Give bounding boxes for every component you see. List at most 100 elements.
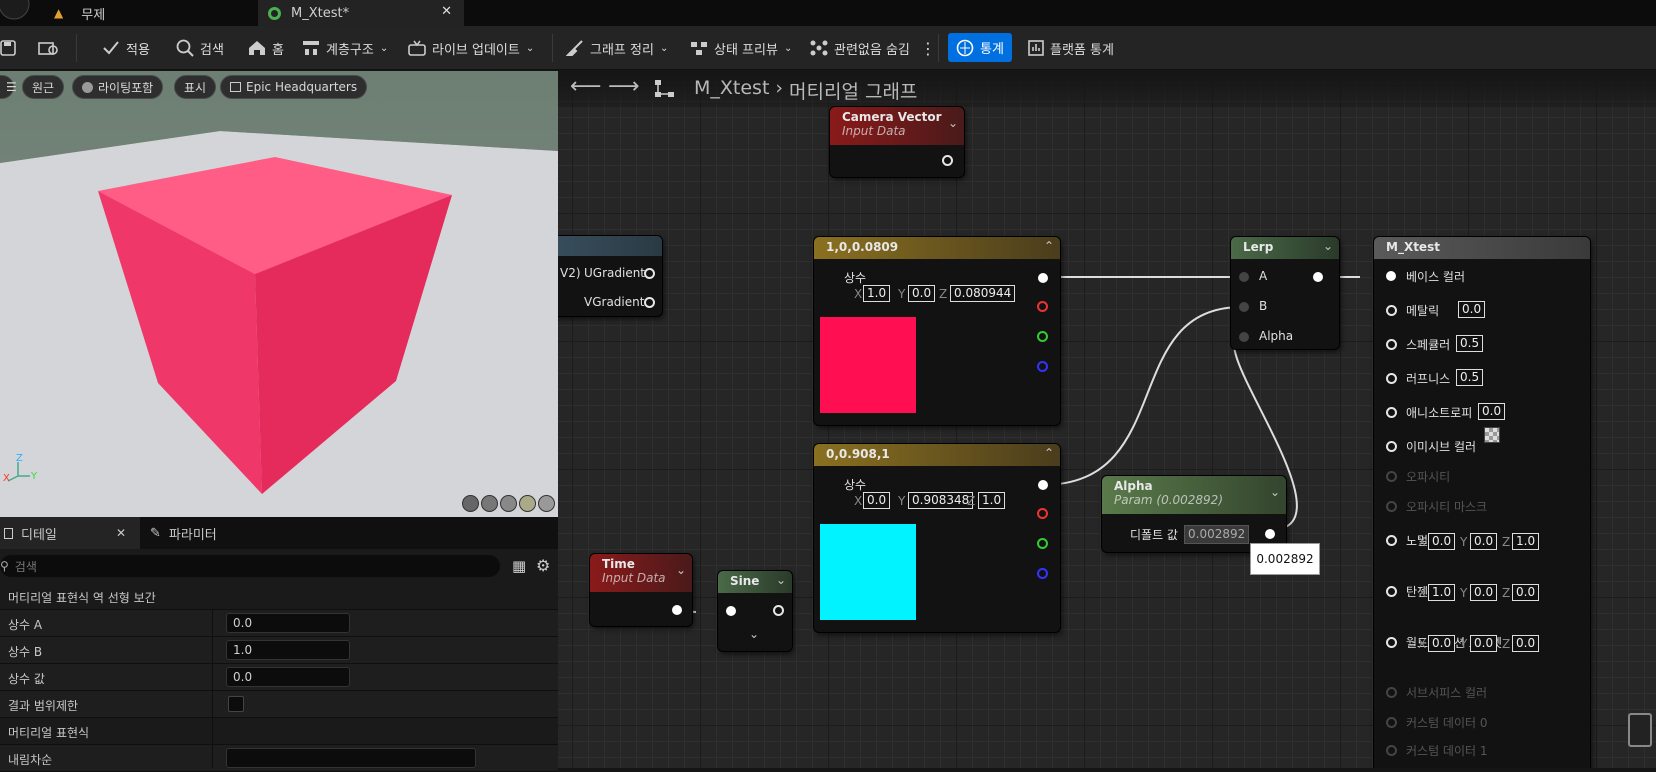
chevron-up-icon[interactable]: ⌃ [1044,239,1054,253]
apply-button[interactable]: 적용 [102,26,150,70]
node-lerp[interactable]: Lerp ⌄ A B Alpha [1231,237,1339,349]
tab-untitled[interactable]: ▲ 무제 [42,0,256,26]
tab-material[interactable]: M_Xtest* ✕ [258,0,464,26]
stats-button[interactable]: 통계 [948,33,1012,62]
sphere-icon[interactable] [481,495,498,512]
chevron-down-icon[interactable]: ⌄ [1323,239,1333,253]
section-header[interactable]: 머티리얼 표현식 역 선형 보간 [0,583,558,610]
node-texcoord-gradient[interactable]: V2) UGradient VGradient [558,236,662,316]
plane-icon[interactable] [500,495,517,512]
default-value-input[interactable]: 0.002892 [1184,525,1250,544]
tangent-z[interactable]: 0.0 [1512,584,1540,601]
cube-icon[interactable] [519,495,536,512]
input-pin[interactable] [1386,717,1397,728]
output-pin[interactable] [773,605,784,616]
hide-unrelated-button[interactable]: 관련없음 숨김 [810,26,910,70]
input-pin[interactable] [1386,586,1397,597]
input-pin-alpha[interactable] [1239,332,1249,342]
pin-value[interactable]: 0.5 [1456,335,1484,352]
pin-value[interactable]: 0.5 [1456,369,1484,386]
wpo-y[interactable]: 0.0 [1470,635,1498,652]
chevron-down-icon[interactable]: ⌄ [676,563,686,577]
node-alpha-parameter[interactable]: Alpha Param (0.002892) ⌄ 디폴트 값 0.002892 [1102,476,1286,552]
node-camera-vector[interactable]: Camera Vector Input Data ⌄ [830,107,964,177]
engine-logo-icon[interactable] [0,0,30,26]
tab-details[interactable]: 디테일 ✕ [0,517,140,549]
gear-icon[interactable]: ⚙ [536,556,550,575]
wpo-z[interactable]: 0.0 [1512,635,1540,652]
pin-value[interactable]: 0.0 [1458,301,1486,318]
input-pin[interactable] [1386,471,1397,482]
const-value-input[interactable]: 0.0 [226,667,350,687]
chevron-down-icon[interactable]: ⌄ [948,116,958,130]
z-value[interactable]: 0.080944 [950,285,1016,302]
r-output-pin[interactable] [1037,508,1048,519]
tab-parameters[interactable]: ✎ 파라미터 [150,517,217,549]
chevron-down-icon[interactable]: ⌄ [776,573,786,587]
hierarchy-dropdown[interactable]: 계층구조 ⌄ [302,26,388,70]
home-button[interactable]: 홈 [248,26,284,70]
vgradient-pin[interactable] [644,297,655,308]
clamp-checkbox[interactable] [228,696,244,712]
perspective-button[interactable]: 원근 [22,75,65,99]
y-value[interactable]: 0.0 [908,285,936,302]
material-graph[interactable]: ⟵ ⟶ M_Xtest › 머티리얼 그래프 Camera Vector Input … [558,71,1656,768]
const-b-input[interactable]: 1.0 [226,640,350,660]
save-button[interactable] [0,26,16,70]
r-output-pin[interactable] [1037,301,1048,312]
section-header[interactable]: 머티리얼 표현식 [0,718,558,745]
tangent-x[interactable]: 1.0 [1428,584,1456,601]
preview-viewport[interactable]: ZX Y ☰ 원근 라이팅포함 표시 Epic Headquarters [0,71,558,517]
input-pin[interactable] [1386,271,1396,281]
pin-value[interactable]: 0.0 [1478,403,1506,420]
normal-x[interactable]: 0.0 [1428,533,1456,550]
cylinder-icon[interactable] [462,495,479,512]
input-pin[interactable] [1386,501,1397,512]
node-constant3-cyan[interactable]: 0,0.908,1 ⌃ 상수 X 0.0 Y 0.908348 Z 1.0 [814,444,1060,632]
chevron-up-icon[interactable]: ⌃ [1044,446,1054,460]
input-pin[interactable] [726,606,736,616]
const-a-input[interactable]: 0.0 [226,613,350,633]
g-output-pin[interactable] [1037,538,1048,549]
output-pin[interactable] [1313,272,1323,282]
rgb-output-pin[interactable] [1038,273,1048,283]
z-value[interactable]: 1.0 [978,492,1006,509]
node-sine[interactable]: Sine ⌄ ⌄ [718,571,792,651]
more-options-icon[interactable]: ⋮ [920,26,936,70]
input-pin[interactable] [1386,407,1397,418]
preview-scene-button[interactable]: Epic Headquarters [220,75,368,99]
live-update-dropdown[interactable]: 라이브 업데이트 ⌄ [408,26,534,70]
input-pin[interactable] [1386,339,1397,350]
x-value[interactable]: 0.0 [863,492,891,509]
tangent-y[interactable]: 0.0 [1470,584,1498,601]
show-button[interactable]: 표시 [174,75,217,99]
state-preview-dropdown[interactable]: 상태 프리뷰 ⌄ [690,26,792,70]
input-pin-b[interactable] [1239,302,1249,312]
node-material-result[interactable]: M_Xtest 베이스 컬러 메탈릭 0.0 스페큘러 0.5 러프니스 0.5 애니소트로피… [1374,237,1590,768]
table-view-icon[interactable]: ▦ [512,557,526,575]
chevron-down-icon[interactable]: ⌄ [749,627,759,641]
output-pin[interactable] [672,605,682,615]
node-time[interactable]: Time Input Data ⌄ [590,554,692,626]
input-pin[interactable] [1386,745,1397,756]
teapot-icon[interactable] [538,495,555,512]
ugradient-pin[interactable] [644,268,655,279]
chevron-down-icon[interactable]: ⌄ [1270,485,1280,499]
rgb-output-pin[interactable] [1038,480,1048,490]
input-pin[interactable] [1386,637,1397,648]
normal-y[interactable]: 0.0 [1470,533,1498,550]
input-pin[interactable] [1386,535,1397,546]
b-output-pin[interactable] [1037,361,1048,372]
normal-z[interactable]: 1.0 [1512,533,1540,550]
input-pin[interactable] [1386,373,1397,384]
clean-graph-dropdown[interactable]: 그래프 정리 ⌄ [566,26,668,70]
g-output-pin[interactable] [1037,331,1048,342]
minimap-toggle-icon[interactable] [1628,713,1652,747]
input-pin[interactable] [1386,441,1397,452]
search-button[interactable]: 검색 [176,26,224,70]
output-pin[interactable] [942,155,953,166]
lit-mode-button[interactable]: 라이팅포함 [72,75,164,99]
platform-stats-button[interactable]: 플랫폼 통계 [1028,26,1114,70]
input-pin[interactable] [1386,687,1397,698]
wpo-x[interactable]: 0.0 [1428,635,1456,652]
